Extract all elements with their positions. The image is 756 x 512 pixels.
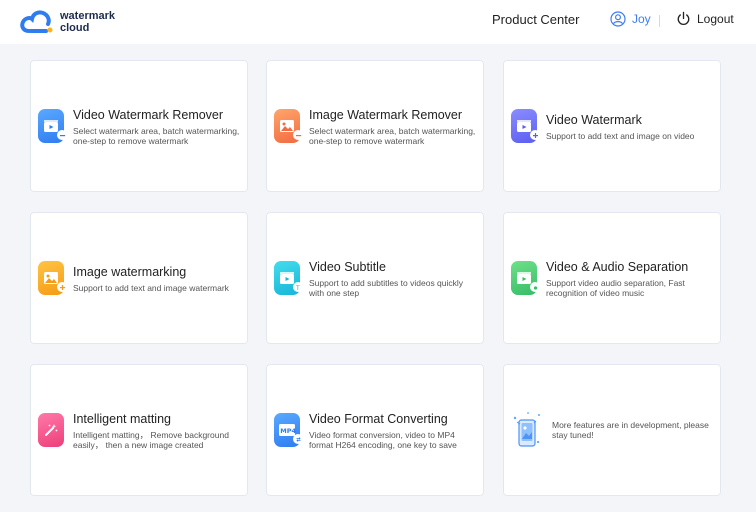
- user-menu[interactable]: Joy: [610, 11, 651, 27]
- card-title: Video Watermark Remover: [73, 107, 224, 122]
- card-title: Video Subtitle: [309, 259, 386, 274]
- card-video-watermark-remover[interactable]: Video Watermark Remover Select watermark…: [30, 60, 248, 192]
- card-title: Video & Audio Separation: [546, 259, 689, 274]
- card-description: Select watermark area, batch watermarkin…: [309, 125, 476, 146]
- card-more-features: More features are in development, please…: [503, 364, 721, 496]
- card-title: Image watermarking: [73, 264, 187, 279]
- phone-features-icon: [513, 412, 540, 447]
- card-description: More features are in development, please…: [552, 420, 709, 440]
- card-title: Intelligent matting: [73, 411, 171, 426]
- card-video-watermark[interactable]: Video Watermark Support to add text and …: [503, 60, 721, 192]
- card-description: Intelligent matting， Remove background e…: [73, 429, 229, 450]
- card-title: Image Watermark Remover: [309, 107, 463, 122]
- card-video-subtitle[interactable]: T Video Subtitle Support to add subtitle…: [266, 212, 484, 344]
- mp4-label: MP4: [280, 427, 296, 435]
- svg-text:T: T: [295, 285, 300, 291]
- logo-line2: cloud: [60, 22, 90, 34]
- cloud-logo-icon: [20, 10, 53, 33]
- video-clapper-icon: T: [274, 261, 303, 295]
- card-description: Support to add text and image on video: [546, 130, 695, 141]
- power-icon: [677, 11, 690, 26]
- card-description: Video format conversion, video to MP4 fo…: [309, 429, 457, 450]
- magic-wand-icon: [38, 413, 64, 447]
- video-clapper-icon: [511, 109, 540, 143]
- logo-text: watermark cloud: [60, 10, 115, 34]
- top-header: watermark cloud Product Center Joy Logou…: [0, 0, 756, 44]
- user-name: Joy: [632, 12, 651, 26]
- card-description: Select watermark area, batch watermarkin…: [73, 125, 240, 146]
- product-center-link[interactable]: Product Center: [492, 12, 579, 27]
- card-intelligent-matting[interactable]: Intelligent matting Intelligent matting，…: [30, 364, 248, 496]
- card-description: Support to add text and image watermark: [73, 282, 229, 293]
- mp4-file-icon: MP4: [274, 413, 303, 447]
- logo-line1: watermark: [60, 10, 116, 22]
- logo[interactable]: watermark cloud: [20, 7, 115, 37]
- video-clapper-icon: [511, 261, 540, 295]
- image-icon: [38, 261, 67, 295]
- card-video-format-converting[interactable]: MP4 Video Format Converting Video format…: [266, 364, 484, 496]
- card-description: Support video audio separation, Fast rec…: [546, 277, 685, 298]
- card-image-watermarking[interactable]: Image watermarking Support to add text a…: [30, 212, 248, 344]
- logout-button[interactable]: Logout: [676, 11, 734, 26]
- card-image-watermark-remover[interactable]: Image Watermark Remover Select watermark…: [266, 60, 484, 192]
- nav-divider: [659, 15, 660, 27]
- card-title: Video Watermark: [546, 112, 642, 127]
- video-clapper-icon: [38, 109, 67, 143]
- image-icon: [274, 109, 303, 143]
- logout-label: Logout: [697, 11, 734, 26]
- card-description: Support to add subtitles to videos quick…: [309, 277, 464, 298]
- user-icon: [610, 11, 626, 27]
- card-video-audio-separation[interactable]: Video & Audio Separation Support video a…: [503, 212, 721, 344]
- card-title: Video Format Converting: [309, 411, 448, 426]
